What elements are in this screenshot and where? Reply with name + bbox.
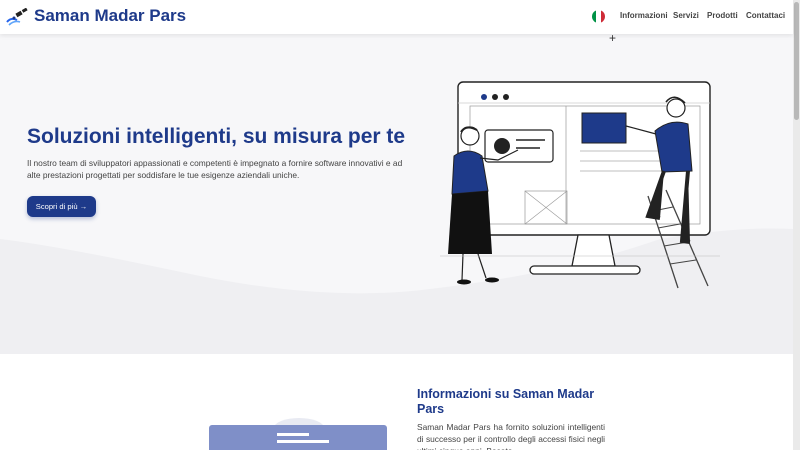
about-title: Informazioni su Saman Madar Pars [417, 387, 595, 416]
discover-more-button[interactable]: Scopri di più → [27, 196, 96, 217]
crosshair-cursor-icon: + [609, 31, 617, 45]
satellite-logo-icon[interactable] [6, 8, 28, 26]
site-header: Saman Madar Pars Informazioni Servizi Pr… [0, 0, 793, 34]
scrollbar-thumb[interactable] [794, 2, 799, 120]
hero-title: Soluzioni intelligenti, su misura per te [27, 125, 406, 148]
nav-prodotti[interactable]: Prodotti [707, 11, 738, 20]
people-building-website-illustration [440, 81, 720, 289]
italy-flag-icon[interactable] [592, 10, 605, 23]
about-illustration [209, 418, 387, 450]
nav-contattaci[interactable]: Contattaci [746, 11, 785, 20]
nav-servizi[interactable]: Servizi [673, 11, 699, 20]
page-scrollbar[interactable] [793, 0, 800, 450]
hero-subtitle: Il nostro team di sviluppatori appassion… [27, 158, 403, 180]
page: Saman Madar Pars Informazioni Servizi Pr… [0, 0, 800, 450]
about-text: Saman Madar Pars ha fornito soluzioni in… [417, 422, 605, 450]
brand-name[interactable]: Saman Madar Pars [34, 6, 186, 26]
nav-informazioni[interactable]: Informazioni [620, 11, 668, 20]
